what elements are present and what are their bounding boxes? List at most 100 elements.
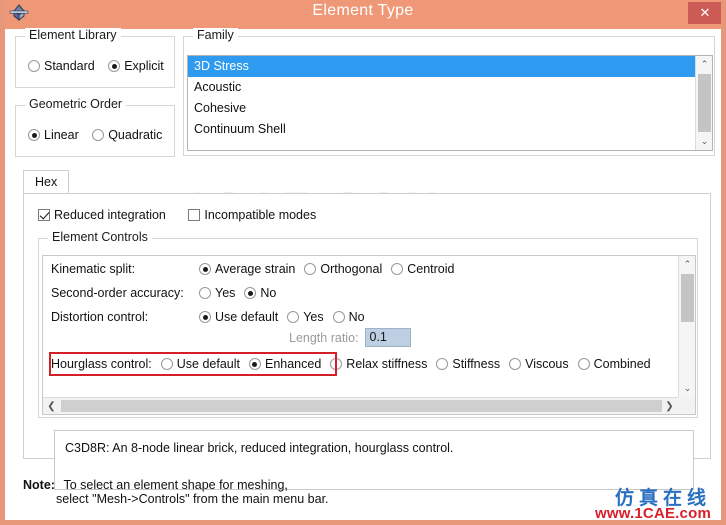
- row-hourglass-control: Hourglass control: Use default Enhanced …: [51, 357, 660, 371]
- element-controls-content: Kinematic split: Average strain Orthogon…: [43, 256, 680, 399]
- radio-distortion-yes-dot: [287, 311, 300, 323]
- radio-distortion-no[interactable]: No: [332, 310, 365, 324]
- radio-distortion-no-label: No: [348, 310, 365, 324]
- scroll-left-icon[interactable]: ❮: [43, 398, 60, 414]
- checkbox-incompatible-modes-box: [188, 209, 201, 221]
- radio-second-order-no-dot: [244, 287, 257, 299]
- radio-standard[interactable]: Standard: [28, 59, 95, 73]
- element-library-legend: Element Library: [25, 28, 121, 42]
- radio-distortion-yes[interactable]: Yes: [287, 310, 324, 324]
- row-second-order-accuracy: Second-order accuracy: Yes No: [51, 286, 285, 300]
- scroll-down-icon[interactable]: ⌄: [696, 133, 712, 150]
- row-length-ratio: Length ratio: 0.1: [51, 328, 671, 347]
- checkbox-incompatible-modes[interactable]: Incompatible modes: [188, 208, 316, 222]
- radio-distortion-use-default-dot: [199, 311, 211, 323]
- radio-standard-label: Standard: [44, 59, 95, 73]
- titlebar: Element Type ✕: [5, 0, 721, 29]
- radio-average-strain-label: Average strain: [215, 262, 296, 276]
- radio-linear[interactable]: Linear: [28, 128, 79, 142]
- radio-second-order-no-label: No: [260, 286, 277, 300]
- radio-hourglass-stiffness-label: Stiffness: [452, 357, 501, 371]
- radio-hourglass-relax-stiffness-dot: [330, 358, 343, 370]
- radio-centroid[interactable]: Centroid: [391, 262, 454, 276]
- label-hourglass-control: Hourglass control:: [51, 357, 152, 371]
- tab-hex[interactable]: Hex: [23, 170, 70, 194]
- list-item[interactable]: 3D Stress: [188, 56, 712, 77]
- geometric-order-options: Linear Quadratic: [28, 128, 171, 146]
- label-second-order-accuracy: Second-order accuracy:: [51, 286, 184, 300]
- note-text-1: To select an element shape for meshing,: [63, 478, 288, 492]
- radio-distortion-yes-label: Yes: [303, 310, 324, 324]
- element-controls-hscrollbar-thumb[interactable]: [61, 400, 662, 412]
- radio-quadratic-dot: [92, 129, 105, 141]
- watermark-url: www.1CAE.com: [594, 505, 711, 522]
- radio-hourglass-enhanced-dot: [248, 358, 261, 370]
- element-controls-viewport: Kinematic split: Average strain Orthogon…: [42, 255, 696, 415]
- radio-hourglass-relax-stiffness[interactable]: Relax stiffness: [330, 357, 427, 371]
- radio-hourglass-use-default[interactable]: Use default: [160, 357, 240, 371]
- element-controls-group: Element Controls Kinematic split: Averag…: [38, 230, 698, 418]
- label-kinematic-split: Kinematic split:: [51, 262, 136, 276]
- list-item[interactable]: Acoustic: [188, 77, 712, 98]
- radio-hourglass-enhanced[interactable]: Enhanced: [248, 357, 321, 371]
- radio-second-order-yes[interactable]: Yes: [199, 286, 235, 300]
- radio-explicit[interactable]: Explicit: [108, 59, 164, 73]
- radio-distortion-use-default-label: Use default: [215, 310, 279, 324]
- checkbox-reduced-integration[interactable]: Reduced integration: [38, 208, 166, 222]
- radio-standard-dot: [28, 60, 40, 72]
- radio-explicit-dot: [108, 60, 121, 72]
- radio-distortion-use-default[interactable]: Use default: [199, 310, 278, 324]
- radio-hourglass-stiffness[interactable]: Stiffness: [436, 357, 500, 371]
- element-controls-hscrollbar[interactable]: ❮ ❯: [43, 397, 695, 414]
- note-label: Note:: [23, 478, 55, 492]
- scroll-right-icon[interactable]: ❯: [661, 398, 678, 414]
- radio-orthogonal[interactable]: Orthogonal: [304, 262, 382, 276]
- row-distortion-control: Distortion control: Use default Yes No: [51, 310, 374, 324]
- radio-hourglass-combined-label: Combined: [593, 357, 651, 371]
- radio-linear-label: Linear: [44, 128, 79, 142]
- radio-average-strain[interactable]: Average strain: [199, 262, 295, 276]
- tabstrip: Hex: [23, 170, 711, 194]
- geometric-order-legend: Geometric Order: [25, 97, 127, 111]
- radio-centroid-dot: [391, 263, 404, 275]
- radio-hourglass-viscous-label: Viscous: [525, 357, 569, 371]
- checkbox-reduced-integration-box: [38, 209, 50, 221]
- geometric-order-group: Geometric Order Linear Quadratic: [15, 97, 175, 157]
- list-item[interactable]: Cohesive: [188, 98, 712, 119]
- element-type-dialog: Element Type ✕ Element Library Standard …: [0, 0, 726, 525]
- radio-second-order-no[interactable]: No: [244, 286, 276, 300]
- length-ratio-input[interactable]: 0.1: [364, 328, 411, 347]
- family-legend: Family: [193, 28, 238, 42]
- radio-hourglass-relax-stiffness-label: Relax stiffness: [346, 357, 428, 371]
- hex-tab-panel: Reduced integration Incompatible modes E…: [23, 193, 711, 490]
- radio-second-order-yes-dot: [199, 287, 211, 299]
- element-library-options: Standard Explicit: [28, 59, 173, 77]
- element-description-text: C3D8R: An 8-node linear brick, reduced i…: [65, 441, 454, 455]
- element-controls-vscrollbar[interactable]: ⌃ ⌄: [678, 256, 695, 414]
- element-controls-legend: Element Controls: [48, 230, 152, 244]
- family-scrollbar-thumb[interactable]: [698, 74, 711, 132]
- scroll-up-icon[interactable]: ⌃: [696, 56, 712, 73]
- family-scrollbar[interactable]: ⌃ ⌄: [695, 56, 712, 150]
- scroll-up-icon[interactable]: ⌃: [679, 256, 695, 273]
- scroll-down-icon[interactable]: ⌄: [679, 380, 695, 397]
- family-group: Family 3D Stress Acoustic Cohesive Conti…: [183, 28, 715, 156]
- radio-hourglass-viscous-dot: [509, 358, 522, 370]
- radio-quadratic[interactable]: Quadratic: [92, 128, 162, 142]
- note-text-2: select "Mesh->Controls" from the main me…: [56, 492, 329, 506]
- radio-orthogonal-dot: [304, 263, 317, 275]
- list-item[interactable]: Continuum Shell: [188, 119, 712, 140]
- radio-linear-dot: [28, 129, 40, 141]
- window-title: Element Type: [312, 2, 414, 19]
- family-listbox[interactable]: 3D Stress Acoustic Cohesive Continuum Sh…: [187, 55, 713, 151]
- radio-hourglass-combined-dot: [577, 358, 590, 370]
- radio-distortion-no-dot: [332, 311, 345, 323]
- radio-hourglass-combined[interactable]: Combined: [577, 357, 651, 371]
- radio-orthogonal-label: Orthogonal: [320, 262, 383, 276]
- radio-hourglass-viscous[interactable]: Viscous: [509, 357, 569, 371]
- radio-hourglass-use-default-dot: [160, 358, 173, 370]
- element-controls-vscrollbar-thumb[interactable]: [681, 274, 694, 322]
- close-icon[interactable]: ✕: [688, 2, 721, 24]
- radio-explicit-label: Explicit: [124, 59, 164, 73]
- radio-hourglass-use-default-label: Use default: [176, 357, 240, 371]
